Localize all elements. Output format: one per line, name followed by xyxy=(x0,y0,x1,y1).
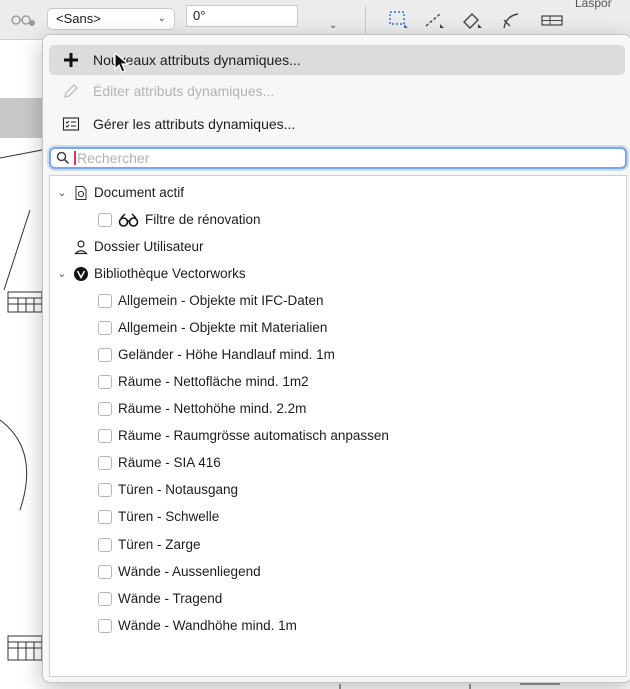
tree-item-label: Wände - Aussenliegend xyxy=(118,564,261,579)
checkbox[interactable] xyxy=(98,347,112,362)
tree-item[interactable]: Allgemein - Objekte mit Materialien xyxy=(98,314,327,341)
attributes-tree: ⌄ Document actif Filtre de rénovation Do… xyxy=(49,175,627,677)
checkbox[interactable] xyxy=(98,591,112,606)
disclosure-expanded-icon[interactable]: ⌄ xyxy=(56,267,68,280)
tree-item-label: Türen - Zarge xyxy=(118,537,201,552)
tree-node-user-folder-label: Dossier Utilisateur xyxy=(94,239,204,254)
edit-dynamic-attributes-label: Éditer attributs dynamiques... xyxy=(93,83,275,99)
tree-node-user-folder[interactable]: Dossier Utilisateur xyxy=(73,233,204,260)
checkbox[interactable] xyxy=(98,509,112,524)
user-icon xyxy=(73,239,89,255)
checkbox[interactable] xyxy=(98,401,112,416)
search-input[interactable] xyxy=(77,150,625,166)
manage-dynamic-attributes-label: Gérer les attributs dynamiques... xyxy=(93,116,296,132)
tree-item[interactable]: Räume - SIA 416 xyxy=(98,449,221,476)
tree-item-label: Türen - Schwelle xyxy=(118,509,220,524)
tree-item-label: Wände - Wandhöhe mind. 1m xyxy=(118,618,297,633)
checkbox[interactable] xyxy=(98,618,112,633)
wall-mode-icon[interactable] xyxy=(538,8,566,32)
tree-item-label: Räume - Nettohöhe mind. 2.2m xyxy=(118,401,307,416)
checkbox[interactable] xyxy=(98,564,112,579)
tree-item[interactable]: Räume - Nettofläche mind. 1m2 xyxy=(98,368,309,395)
marquee-mode-icon[interactable] xyxy=(384,8,412,32)
tree-item[interactable]: Wände - Aussenliegend xyxy=(98,558,261,585)
checkbox[interactable] xyxy=(98,537,112,552)
rotate-mode-icon[interactable] xyxy=(458,8,486,32)
line-mode-icon[interactable] xyxy=(420,8,448,32)
tree-item[interactable]: Türen - Zarge xyxy=(98,531,201,558)
checkbox[interactable] xyxy=(98,293,112,308)
angle-value: 0° xyxy=(193,8,206,23)
chevron-down-icon[interactable]: ⌄ xyxy=(329,20,337,31)
tree-item-label: Türen - Notausgang xyxy=(118,482,239,497)
text-caret xyxy=(74,151,76,165)
tree-item-label: Räume - Raumgrösse automatisch anpassen xyxy=(118,428,389,443)
plus-icon xyxy=(62,51,80,69)
vectorworks-logo-icon xyxy=(73,266,89,282)
pencil-icon xyxy=(62,82,80,100)
disclosure-expanded-icon[interactable]: ⌄ xyxy=(56,186,68,199)
left-gray-band xyxy=(0,98,42,138)
glasses-toggle-icon[interactable] xyxy=(10,8,36,28)
checkbox[interactable] xyxy=(98,320,112,335)
tree-node-document[interactable]: ⌄ Document actif xyxy=(56,179,184,206)
tree-item[interactable]: Türen - Schwelle xyxy=(98,503,219,530)
tree-node-library[interactable]: ⌄ Bibliothèque Vectorworks xyxy=(56,260,246,287)
tree-node-document-label: Document actif xyxy=(94,185,185,200)
search-field[interactable] xyxy=(49,147,627,169)
tree-item-label: Räume - SIA 416 xyxy=(118,455,221,470)
tree-item[interactable]: Türen - Notausgang xyxy=(98,476,238,503)
tree-item[interactable]: Geländer - Höhe Handlauf mind. 1m xyxy=(98,341,335,368)
tree-item-label: Allgemein - Objekte mit Materialien xyxy=(118,320,328,335)
checklist-icon xyxy=(62,115,80,133)
checkbox[interactable] xyxy=(98,482,112,497)
checkbox[interactable] xyxy=(98,455,112,470)
tree-item-label: Räume - Nettofläche mind. 1m2 xyxy=(118,374,309,389)
tree-item-label: Geländer - Höhe Handlauf mind. 1m xyxy=(118,347,335,362)
manage-dynamic-attributes-item[interactable]: Gérer les attributs dynamiques... xyxy=(49,109,625,139)
tree-item[interactable]: Filtre de rénovation xyxy=(98,206,261,233)
tree-node-library-label: Bibliothèque Vectorworks xyxy=(94,266,246,281)
checkbox[interactable] xyxy=(98,428,112,443)
mouse-pointer-icon xyxy=(114,52,130,73)
class-select[interactable]: <Sans> ⌄ xyxy=(47,8,175,30)
tree-item[interactable]: Räume - Nettohöhe mind. 2.2m xyxy=(98,395,306,422)
toolbar-right-label: Laspor xyxy=(575,0,612,10)
arc-mode-icon[interactable] xyxy=(498,8,526,32)
tree-item[interactable]: Wände - Tragend xyxy=(98,585,222,612)
checkbox[interactable] xyxy=(98,212,112,227)
tree-item[interactable]: Räume - Raumgrösse automatisch anpassen xyxy=(98,422,389,449)
checkbox[interactable] xyxy=(98,374,112,389)
search-icon xyxy=(56,151,70,165)
glasses-icon xyxy=(118,212,140,228)
class-select-value: <Sans> xyxy=(56,11,101,26)
tree-item[interactable]: Allgemein - Objekte mit IFC-Daten xyxy=(98,287,324,314)
tree-item-label: Wände - Tragend xyxy=(118,591,223,606)
tree-item[interactable]: Wände - Wandhöhe mind. 1m xyxy=(98,612,297,639)
dynamic-attributes-dropdown: Nouveaux attributs dynamiques... Éditer … xyxy=(42,34,630,683)
chevron-down-icon: ⌄ xyxy=(157,13,166,24)
angle-field[interactable]: 0° xyxy=(186,5,298,27)
tree-item-label: Filtre de rénovation xyxy=(145,212,261,227)
edit-dynamic-attributes-item: Éditer attributs dynamiques... xyxy=(49,76,625,106)
new-dynamic-attributes-item[interactable]: Nouveaux attributs dynamiques... xyxy=(49,45,625,75)
tree-item-label: Allgemein - Objekte mit IFC-Daten xyxy=(118,293,324,308)
toolbar-divider xyxy=(365,6,366,34)
document-icon xyxy=(73,185,89,201)
